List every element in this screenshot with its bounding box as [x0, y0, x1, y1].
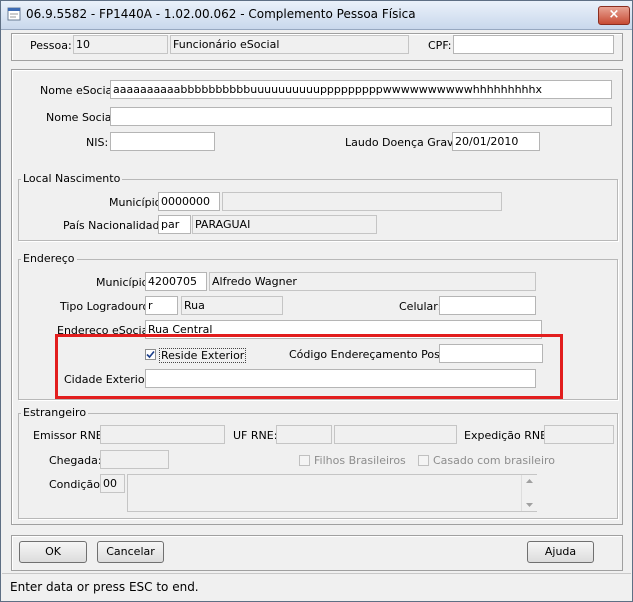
chegada-input[interactable]	[100, 450, 169, 469]
pessoa-tipo-field: Funcionário eSocial	[170, 35, 409, 54]
status-text: Enter data or press ESC to end.	[10, 580, 199, 594]
end-municipio-label: Município:	[96, 276, 153, 289]
condicao-scrollbar[interactable]	[521, 475, 537, 511]
laudo-label: Laudo Doença Grave:	[345, 136, 465, 149]
nis-label: NIS:	[86, 136, 109, 149]
ok-button[interactable]: OK	[19, 541, 87, 563]
condicao-textarea[interactable]	[127, 474, 537, 512]
uf-rne-label: UF RNE:	[233, 429, 278, 442]
nome-social-label: Nome Social:	[46, 111, 119, 124]
client-area: Pessoa: 10 Funcionário eSocial CPF: Nome…	[2, 30, 631, 571]
nasc-municipio-label: Município:	[109, 196, 166, 209]
pais-code-input[interactable]: par	[158, 215, 191, 234]
emissor-rne-input[interactable]	[100, 425, 225, 444]
uf-rne-input[interactable]	[276, 425, 332, 444]
expedicao-rne-input[interactable]	[544, 425, 614, 444]
nis-input[interactable]	[110, 132, 215, 151]
nome-social-input[interactable]	[110, 107, 612, 126]
expedicao-rne-label: Expedição RNE:	[464, 429, 551, 442]
celular-label: Celular:	[399, 300, 442, 313]
condicao-label: Condição:	[49, 478, 104, 491]
ajuda-button[interactable]: Ajuda	[527, 541, 594, 563]
status-bar: Enter data or press ESC to end.	[2, 573, 631, 601]
casado-brasileiro-checkbox[interactable]	[418, 455, 429, 466]
celular-input[interactable]	[439, 296, 536, 315]
laudo-input[interactable]: 20/01/2010	[452, 132, 540, 151]
tipo-logradouro-label: Tipo Logradouro:	[60, 300, 153, 313]
highlight-annotation-box	[55, 334, 563, 399]
nasc-municipio-code-input[interactable]: 0000000	[158, 192, 220, 211]
local-nascimento-legend: Local Nascimento	[21, 172, 123, 185]
chegada-label: Chegada:	[49, 454, 102, 467]
title-bar: 06.9.5582 - FP1440A - 1.02.00.062 - Comp…	[1, 1, 632, 30]
close-button[interactable]: ×	[598, 6, 630, 25]
end-municipio-name-field: Alfredo Wagner	[209, 272, 536, 291]
nome-esocial-input[interactable]: aaaaaaaaaabbbbbbbbbbuuuuuuuuuupppppppppw…	[110, 80, 612, 99]
app-window-icon	[7, 7, 21, 21]
cancelar-button[interactable]: Cancelar	[97, 541, 164, 563]
tipo-logradouro-code-input[interactable]: r	[145, 296, 178, 315]
tipo-logradouro-name-field: Rua	[181, 296, 283, 315]
cpf-field[interactable]	[453, 35, 614, 54]
scroll-down-icon[interactable]	[522, 500, 537, 510]
window-title: 06.9.5582 - FP1440A - 1.02.00.062 - Comp…	[26, 7, 416, 21]
filhos-brasileiros-label: Filhos Brasileiros	[314, 454, 406, 467]
pais-name-field: PARAGUAI	[192, 215, 377, 234]
estrangeiro-legend: Estrangeiro	[21, 406, 89, 419]
cpf-label: CPF:	[428, 39, 452, 52]
nasc-municipio-name-field	[222, 192, 502, 211]
condicao-code-input[interactable]: 00	[100, 474, 125, 493]
endereco-legend: Endereço	[21, 252, 77, 265]
nome-esocial-label: Nome eSocial:	[40, 84, 120, 97]
scroll-up-icon[interactable]	[522, 476, 537, 486]
emissor-rne-label: Emissor RNE:	[33, 429, 107, 442]
pessoa-field: 10	[73, 35, 168, 54]
dialog-window: 06.9.5582 - FP1440A - 1.02.00.062 - Comp…	[0, 0, 633, 602]
pessoa-label: Pessoa:	[30, 39, 72, 52]
casado-brasileiro-label: Casado com brasileiro	[433, 454, 556, 467]
filhos-brasileiros-checkbox[interactable]	[299, 455, 310, 466]
pais-label: País Nacionalidade:	[63, 219, 170, 232]
uf-rne-name-field	[334, 425, 457, 444]
end-municipio-code-input[interactable]: 4200705	[145, 272, 207, 291]
